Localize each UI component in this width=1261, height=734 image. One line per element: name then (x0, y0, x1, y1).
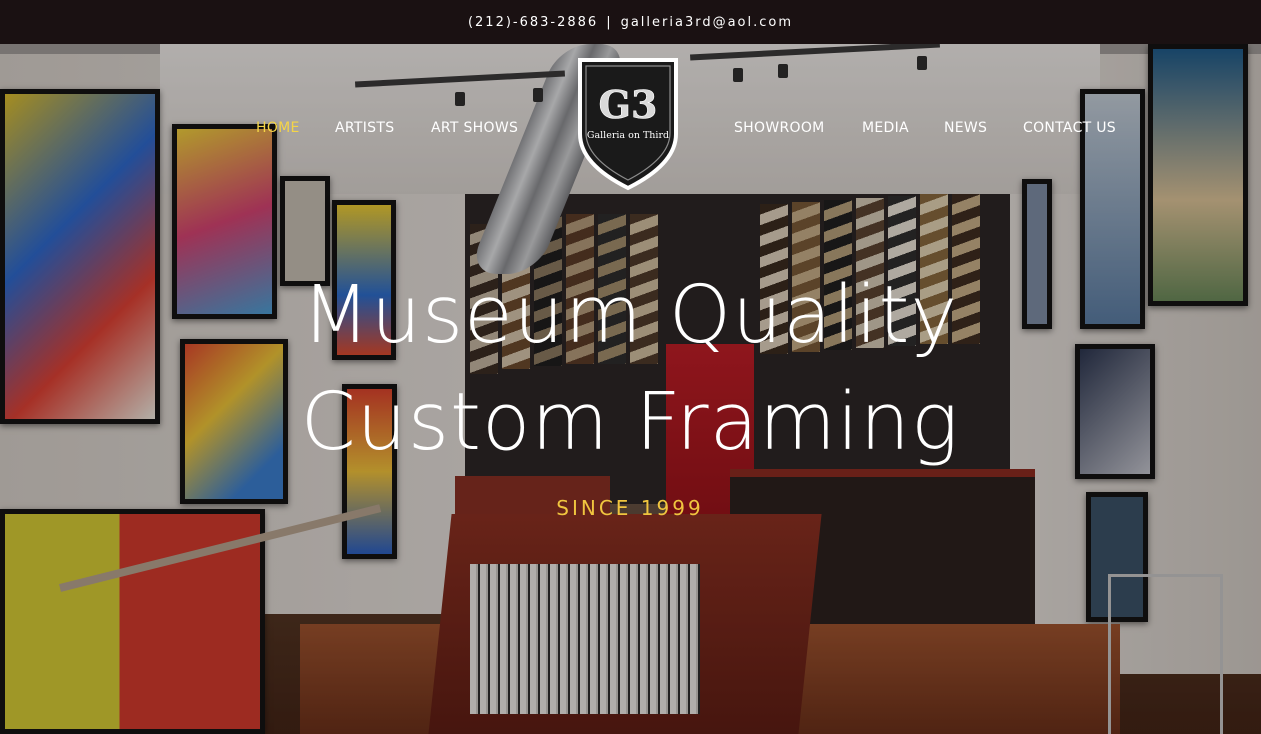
nav-news[interactable]: NEWS (944, 120, 987, 136)
nav-showroom[interactable]: SHOWROOM (734, 120, 825, 136)
nav-home[interactable]: HOME (256, 120, 300, 136)
phone-link[interactable]: (212)-683-2886 (468, 15, 598, 30)
contact-separator: | (606, 14, 613, 30)
contact-bar: (212)-683-2886 | galleria3rd@aol.com (0, 0, 1261, 44)
hero-headline-line1: Museum Quality (301, 269, 959, 361)
galleria-logo[interactable]: G3 Galleria on Third (576, 56, 680, 192)
nav-artists[interactable]: ARTISTS (335, 120, 394, 136)
logo-name: Galleria on Third (587, 130, 669, 141)
nav-contact-us[interactable]: CONTACT US (1023, 120, 1116, 136)
email-link[interactable]: galleria3rd@aol.com (621, 15, 793, 30)
nav-art-shows[interactable]: ART SHOWS (431, 120, 518, 136)
logo-monogram: G3 (599, 82, 658, 127)
nav-media[interactable]: MEDIA (862, 120, 909, 136)
hero-tagline: SINCE 1999 (556, 496, 704, 520)
hero-headline-line2: Custom Framing (300, 376, 960, 468)
